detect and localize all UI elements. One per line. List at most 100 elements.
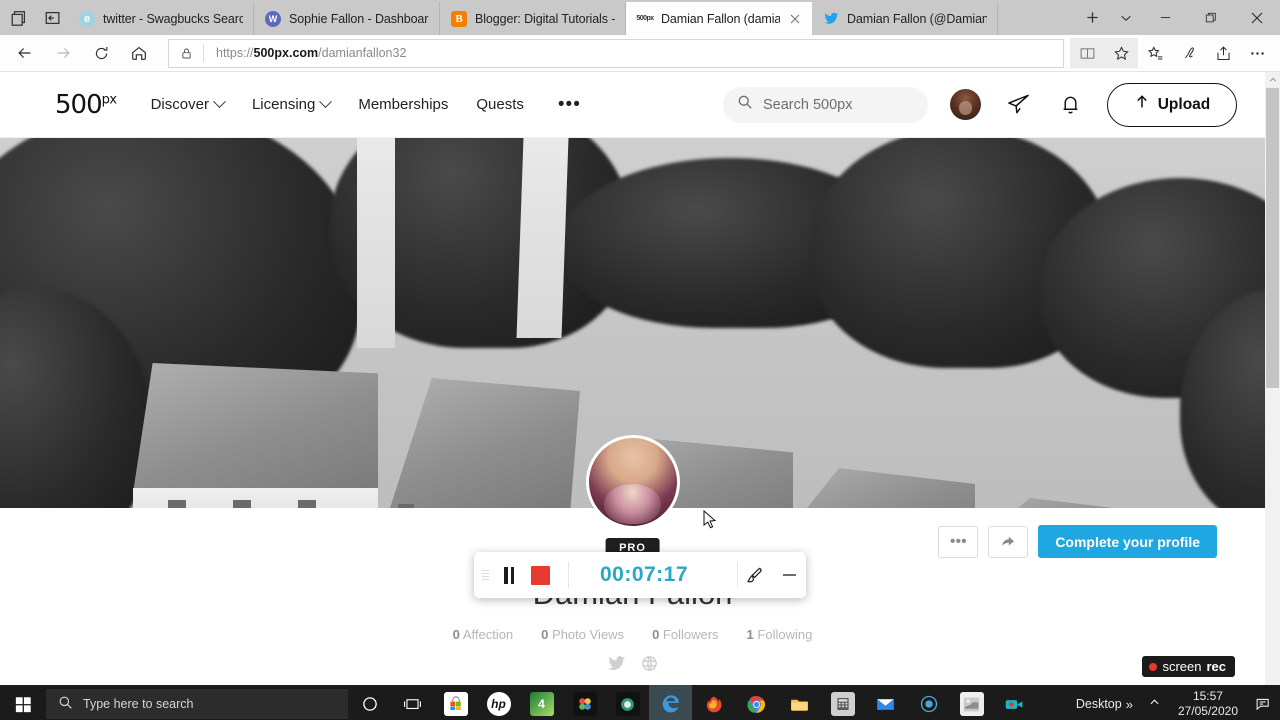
mouse-cursor — [703, 509, 717, 535]
scrollbar-thumb[interactable] — [1266, 88, 1279, 388]
window-controls — [1142, 0, 1280, 35]
chrome-icon[interactable] — [735, 685, 778, 720]
favorites-list-icon[interactable] — [1138, 38, 1172, 68]
twitter-icon[interactable] — [607, 654, 626, 678]
logo-sup: px — [101, 91, 117, 107]
url-bar[interactable]: https://500px.com/damianfallon32 — [168, 38, 1064, 68]
nav-label: Discover — [150, 96, 209, 113]
recorder-drag-handle[interactable] — [474, 569, 496, 581]
upload-label: Upload — [1157, 95, 1211, 113]
stat-affection[interactable]: 0 Affection — [453, 627, 514, 642]
firefox-icon[interactable] — [692, 685, 735, 720]
upload-arrow-icon — [1134, 94, 1150, 115]
nav-more-icon[interactable]: ••• — [558, 94, 581, 114]
mail-icon[interactable] — [864, 685, 907, 720]
clock-date: 27/05/2020 — [1177, 704, 1238, 718]
hp-icon[interactable]: hp — [477, 685, 520, 720]
set-tabs-aside-icon[interactable] — [10, 9, 28, 27]
taskbar-clock[interactable]: 15:57 27/05/2020 — [1170, 689, 1246, 719]
share-icon[interactable] — [1206, 38, 1240, 68]
refresh-button[interactable] — [82, 37, 120, 69]
stat-followers[interactable]: 0 Followers — [652, 627, 718, 642]
search-box[interactable] — [723, 86, 928, 123]
excel-icon[interactable]: 4 — [520, 685, 563, 720]
back-button[interactable] — [6, 37, 44, 69]
file-explorer-icon[interactable] — [778, 685, 821, 720]
website-icon[interactable] — [640, 654, 659, 678]
minimize-window-button[interactable] — [1142, 0, 1188, 35]
recorder-pause-button[interactable] — [504, 566, 514, 584]
edge-icon[interactable] — [649, 685, 692, 720]
tab-blogger-digital-tutorials[interactable]: B Blogger: Digital Tutorials - ( — [440, 2, 626, 35]
twitter-favicon — [823, 11, 839, 27]
stat-following[interactable]: 1 Following — [747, 627, 813, 642]
url-host: 500px.com — [253, 46, 319, 60]
notifications-bell-icon[interactable] — [1055, 90, 1085, 120]
show-hidden-icons-chevron[interactable] — [1139, 697, 1170, 711]
complete-profile-button[interactable]: Complete your profile — [1038, 525, 1217, 558]
tab-damian-fallon-twitter[interactable]: Damian Fallon (@DamianFa — [812, 2, 998, 35]
media-app-icon[interactable] — [606, 685, 649, 720]
favorite-star-icon[interactable] — [1104, 38, 1138, 68]
cortana-icon[interactable] — [348, 685, 391, 720]
tab-damian-fallon-500px[interactable]: 500px Damian Fallon (damianf — [626, 2, 812, 35]
web-note-icon[interactable] — [1172, 38, 1206, 68]
task-view-icon[interactable] — [391, 685, 434, 720]
user-avatar[interactable] — [950, 89, 981, 120]
recorder-minimize-button[interactable] — [772, 574, 806, 576]
profile-share-button[interactable] — [988, 525, 1029, 558]
profile-avatar[interactable] — [585, 435, 680, 529]
media-glyph — [615, 692, 640, 716]
calculator-icon[interactable] — [821, 685, 864, 720]
microsoft-store-icon[interactable] — [434, 685, 477, 720]
forward-button[interactable] — [44, 37, 82, 69]
maximize-window-button[interactable] — [1188, 0, 1234, 35]
site-logo[interactable]: 500px — [55, 90, 117, 120]
home-button[interactable] — [120, 37, 158, 69]
page-scrollbar[interactable] — [1265, 72, 1280, 685]
address-bar-icons — [1070, 38, 1274, 68]
upload-button[interactable]: Upload — [1107, 82, 1237, 127]
taskbar-search-placeholder: Type here to search — [83, 697, 194, 711]
close-window-button[interactable] — [1234, 0, 1280, 35]
search-icon — [737, 94, 753, 115]
action-center-icon[interactable] — [1246, 696, 1280, 713]
paint-glyph — [959, 692, 984, 716]
tab-close-icon[interactable] — [788, 12, 802, 26]
nav-item-discover[interactable]: Discover — [150, 95, 226, 113]
paint-icon[interactable] — [950, 685, 993, 720]
chevron-down-icon[interactable] — [1110, 1, 1142, 34]
nav-label: Quests — [476, 96, 524, 113]
photos-icon[interactable] — [563, 685, 606, 720]
recorder-stop-button[interactable] — [531, 565, 550, 585]
nav-item-memberships[interactable]: Memberships — [358, 96, 448, 113]
new-tab-icon[interactable] — [1076, 1, 1108, 34]
tab-sophie-fallon-dashboard[interactable]: W Sophie Fallon - Dashboard - — [254, 2, 440, 35]
messages-icon[interactable] — [1003, 90, 1033, 120]
stat-photo-views[interactable]: 0 Photo Views — [541, 627, 624, 642]
firefox-glyph — [702, 692, 726, 716]
cover-roof — [133, 363, 378, 493]
reading-view-icon[interactable] — [1070, 38, 1104, 68]
logo-text: 500 — [55, 89, 103, 120]
record-app-icon[interactable] — [907, 685, 950, 720]
chevron-down-icon — [213, 95, 226, 109]
scroll-up-icon[interactable] — [1265, 72, 1280, 88]
recorder-annotate-brush-icon[interactable] — [738, 566, 772, 585]
screenrec-app-icon[interactable] — [993, 685, 1036, 720]
taskbar-search-box[interactable]: Type here to search — [46, 689, 348, 719]
tray-overflow-icon[interactable]: » — [1126, 697, 1139, 712]
search-input[interactable] — [763, 96, 914, 113]
profile-more-button[interactable]: ••• — [938, 525, 979, 558]
tabs-you-set-aside-icon[interactable] — [44, 9, 62, 27]
tab-title: Damian Fallon (@DamianFa — [847, 11, 987, 26]
stat-label: Following — [757, 627, 813, 642]
tab-twitter-swagbucks[interactable]: e twitter - Swagbucks Search — [68, 2, 254, 35]
nav-item-quests[interactable]: Quests — [476, 96, 524, 113]
tray-desktop-label[interactable]: Desktop — [1068, 697, 1126, 711]
stat-label: Affection — [462, 627, 514, 642]
browser-settings-icon[interactable] — [1240, 38, 1274, 68]
site-nav-links: Discover Licensing Memberships Quests ••… — [150, 94, 581, 114]
start-button[interactable] — [0, 685, 46, 720]
nav-item-licensing[interactable]: Licensing — [252, 95, 333, 113]
